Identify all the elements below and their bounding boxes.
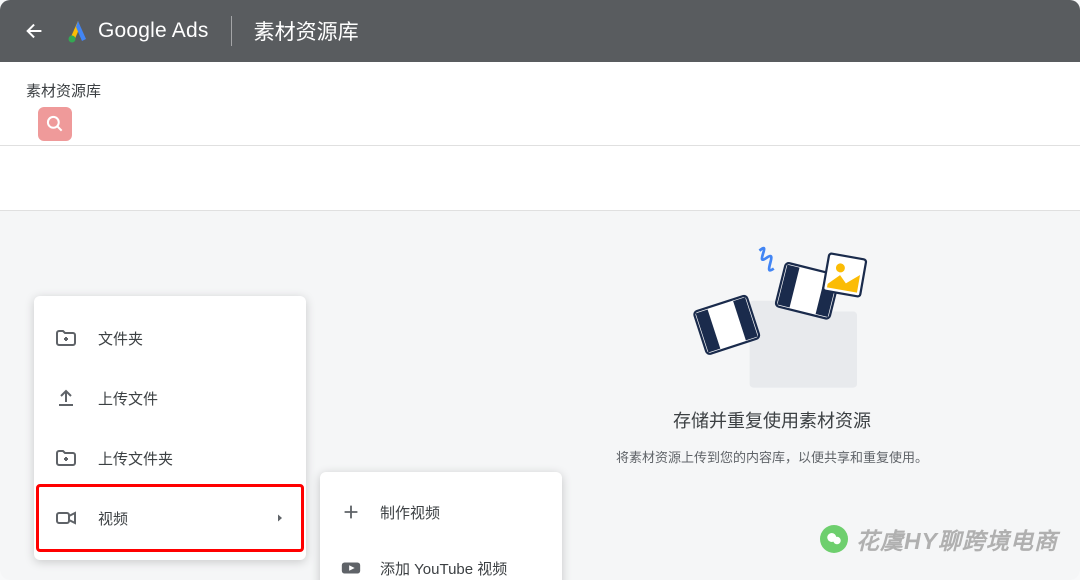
- watermark-text: 花虞HY聊跨境电商: [856, 522, 1058, 556]
- search-button[interactable]: [38, 107, 72, 141]
- youtube-icon: [340, 557, 362, 579]
- menu-item-video[interactable]: 视频: [34, 488, 306, 548]
- empty-state: 存储并重复使用素材资源 将素材资源上传到您的内容库，以便共享和重复使用。: [562, 231, 982, 466]
- empty-title: 存储并重复使用素材资源: [562, 407, 982, 433]
- menu-item-label: 文件夹: [98, 328, 286, 349]
- empty-illustration-icon: [672, 231, 872, 401]
- video-icon: [54, 506, 78, 530]
- submenu-item-add-youtube[interactable]: 添加 YouTube 视频: [320, 540, 562, 580]
- submenu-item-label: 添加 YouTube 视频: [380, 558, 507, 579]
- wechat-icon: [820, 525, 848, 553]
- brand: Google Ads: [66, 19, 209, 43]
- menu-item-upload-folder[interactable]: 上传文件夹: [34, 428, 306, 488]
- menu-item-folder[interactable]: 文件夹: [34, 308, 306, 368]
- search-icon: [45, 114, 65, 134]
- folder-plus-icon: [54, 326, 78, 350]
- subheader: 素材资源库: [0, 62, 1080, 145]
- watermark: 花虞HY聊跨境电商: [820, 522, 1058, 556]
- back-button[interactable]: [18, 14, 52, 48]
- arrow-left-icon: [24, 20, 46, 42]
- menu-item-label: 上传文件: [98, 388, 286, 409]
- app-header: Google Ads 素材资源库: [0, 0, 1080, 62]
- google-ads-logo-icon: [66, 19, 90, 43]
- submenu-item-create-video[interactable]: 制作视频: [320, 484, 562, 540]
- chevron-right-icon: [274, 512, 286, 524]
- brand-text: Google Ads: [98, 19, 209, 43]
- empty-subtitle: 将素材资源上传到您的内容库，以便共享和重复使用。: [562, 447, 982, 466]
- page-title: 素材资源库: [254, 16, 359, 46]
- upload-icon: [54, 386, 78, 410]
- content-body: 存储并重复使用素材资源 将素材资源上传到您的内容库，以便共享和重复使用。 文件夹…: [0, 146, 1080, 580]
- menu-item-label: 上传文件夹: [98, 448, 286, 469]
- folder-plus-icon: [54, 446, 78, 470]
- menu-item-upload-file[interactable]: 上传文件: [34, 368, 306, 428]
- header-divider: [231, 16, 232, 46]
- submenu-item-label: 制作视频: [380, 502, 440, 523]
- menu-item-label: 视频: [98, 508, 274, 529]
- add-asset-menu: 文件夹 上传文件 上传文件夹 视频: [34, 296, 306, 560]
- plus-icon: [340, 501, 362, 523]
- breadcrumb: 素材资源库: [26, 80, 1080, 101]
- video-submenu: 制作视频 添加 YouTube 视频 添加旁白: [320, 472, 562, 580]
